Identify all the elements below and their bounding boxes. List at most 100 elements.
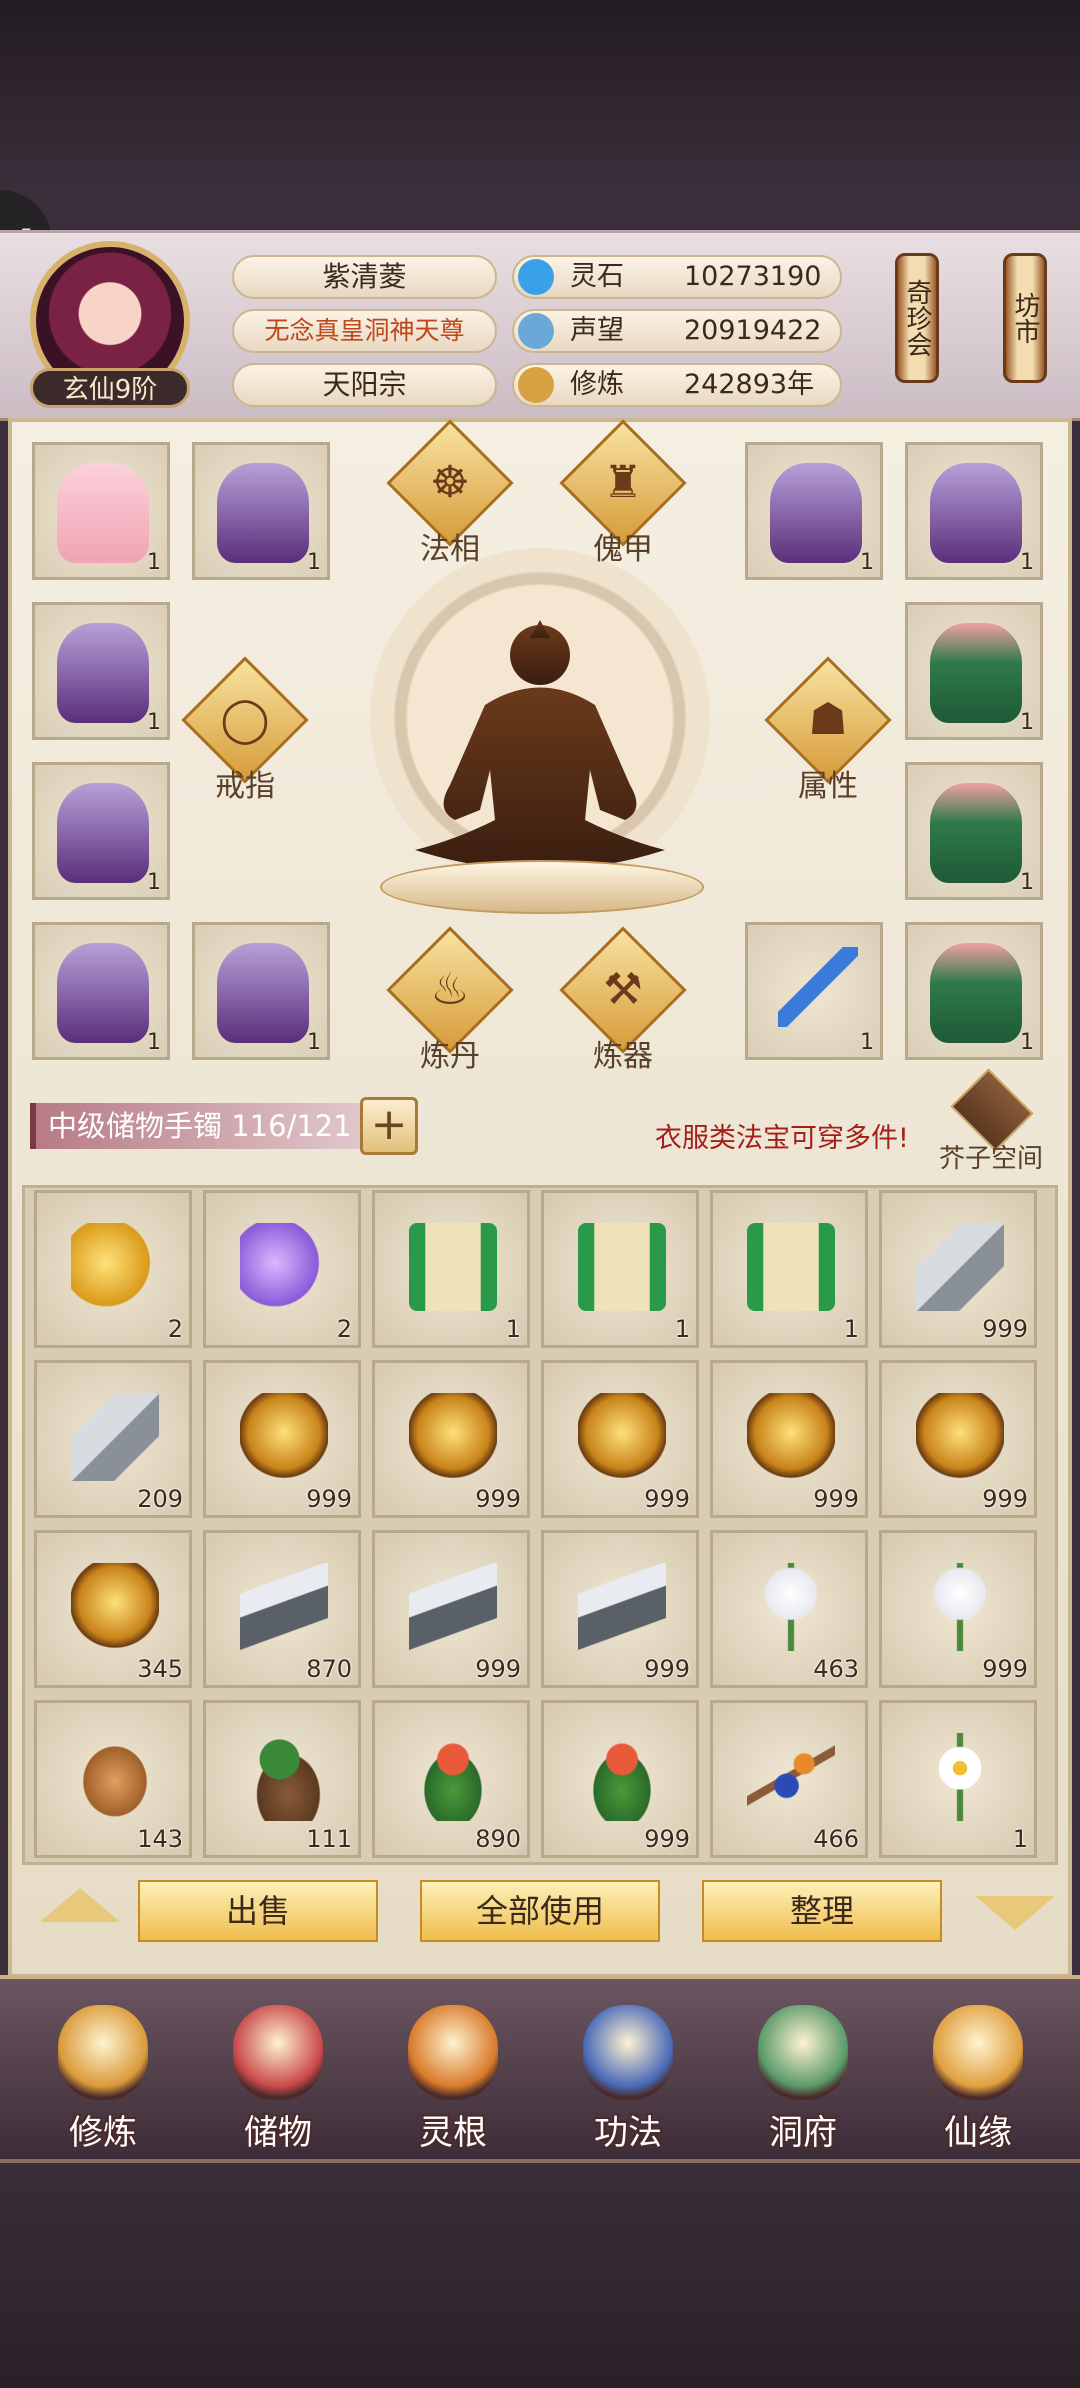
item-count: 999 [982,1315,1028,1343]
inventory-slot[interactable]: 1 [541,1190,699,1348]
equip-slot[interactable]: 1 [32,922,170,1060]
anvil-icon: ⚒ [603,964,643,1015]
item-count: 999 [475,1485,521,1513]
robe-icon [217,943,309,1043]
plus-icon: + [370,1099,408,1150]
inventory-slot[interactable]: 999 [710,1360,868,1518]
equip-slot[interactable]: 1 [745,442,883,580]
equip-slot[interactable]: 1 [32,602,170,740]
mustard-space-label: 芥子空间 [938,1144,1043,1174]
inventory-slot[interactable]: 209 [34,1360,192,1518]
scroll-down-arrow[interactable] [975,1896,1055,1930]
item-count: 1 [674,1315,690,1343]
nav-label: 功法 [594,2113,662,2153]
robe-icon [217,463,309,563]
item-count: 999 [306,1485,352,1513]
liandan-button[interactable]: ♨ 炼丹 [386,926,514,1074]
sort-button[interactable]: 整理 [702,1880,942,1942]
jiezhi-label: 戒指 [215,769,275,804]
fruit-branch-icon [747,1733,835,1821]
inventory-slot[interactable]: 999 [541,1360,699,1518]
item-count: 209 [137,1485,183,1513]
item-count: 890 [475,1825,521,1853]
item-count: 999 [475,1655,521,1683]
inventory-slot[interactable]: 870 [203,1530,361,1688]
nav-item-2[interactable]: 灵根 [368,1985,538,2165]
rank-badge: 玄仙9阶 [30,368,190,408]
equip-slot[interactable]: 1 [192,442,330,580]
sell-button[interactable]: 出售 [138,1880,378,1942]
attribute-icon: ☗ [808,694,848,745]
ring-icon: ◯ [220,694,270,745]
inventory-slot[interactable]: 345 [34,1530,192,1688]
treasure-fair-button[interactable]: 奇珍会 [895,253,939,383]
scroll-icon [578,1223,666,1311]
faxiang-button[interactable]: ☸ 法相 [386,419,514,567]
inventory-slot[interactable]: 1 [879,1700,1037,1858]
inventory-slot[interactable]: 2 [203,1190,361,1348]
resource-reputation: 声望 20919422 [512,309,842,353]
equip-slot[interactable]: 1 [192,922,330,1060]
equip-slot[interactable]: 1 [905,442,1043,580]
robe-icon [57,783,149,883]
equip-slot[interactable]: 1 [32,442,170,580]
equip-slot[interactable]: 1 [905,602,1043,740]
resource-spirit-stone: 灵石 10273190 [512,255,842,299]
inventory-slot[interactable]: 1 [710,1190,868,1348]
nav-item-4[interactable]: 洞府 [718,1985,888,2165]
inventory-slot[interactable]: 999 [541,1530,699,1688]
liandan-label: 炼丹 [420,1039,480,1074]
equip-slot[interactable]: 1 [905,762,1043,900]
inventory-slot[interactable]: 999 [372,1360,530,1518]
item-count: 999 [644,1485,690,1513]
reputation-icon [518,313,554,349]
spirit-root-icon [408,2005,498,2100]
inventory-slot[interactable]: 1 [372,1190,530,1348]
item-count: 1 [843,1315,859,1343]
inventory-slot[interactable]: 890 [372,1700,530,1858]
armor-icon: ♜ [603,457,643,508]
equip-slot[interactable]: 1 [905,922,1043,1060]
inventory-slot[interactable]: 111 [203,1700,361,1858]
gold-ore-icon [916,1393,1004,1481]
inventory-slot[interactable]: 466 [710,1700,868,1858]
inventory-slot[interactable]: 999 [203,1360,361,1518]
inventory-slot[interactable]: 2 [34,1190,192,1348]
scroll-up-arrow[interactable] [40,1888,120,1922]
shuxing-button[interactable]: ☗ 属性 [764,656,892,804]
jiezhi-button[interactable]: ◯ 戒指 [181,656,309,804]
inventory-slot[interactable]: 999 [372,1530,530,1688]
inventory-slot[interactable]: 143 [34,1700,192,1858]
kuijia-button[interactable]: ♜ 傀甲 [559,419,687,567]
inventory-slot[interactable]: 999 [541,1700,699,1858]
meditating-figure [415,620,665,870]
equip-slot[interactable]: 1 [745,922,883,1060]
inventory-slot[interactable]: 999 [879,1190,1037,1348]
item-count: 111 [306,1825,352,1853]
inventory-slot[interactable]: 999 [879,1360,1037,1518]
mustard-space-button[interactable]: 芥子空间 [939,1068,1043,1178]
item-count: 1 [505,1315,521,1343]
silver-stone-icon [916,1223,1004,1311]
inventory-slot[interactable]: 999 [879,1530,1037,1688]
nav-label: 灵根 [419,2113,487,2153]
spirit-stone-icon [518,259,554,295]
use-all-button[interactable]: 全部使用 [420,1880,660,1942]
expand-storage-button[interactable]: + [360,1097,418,1155]
lianqi-button[interactable]: ⚒ 炼器 [559,926,687,1074]
item-count: 2 [167,1315,183,1343]
meditation-icon: ☸ [430,457,470,508]
nav-item-5[interactable]: 仙缘 [893,1985,1063,2165]
root-herb-icon [240,1733,328,1821]
storage-capacity-bar: 中级储物手镯 116/121 [30,1103,360,1149]
iron-ingot-icon [409,1563,497,1651]
item-count: 999 [982,1655,1028,1683]
nav-item-1[interactable]: 储物 [193,1985,363,2165]
nav-item-0[interactable]: 修炼 [18,1985,188,2165]
market-button[interactable]: 坊市 [1003,253,1047,383]
equip-slot[interactable]: 1 [32,762,170,900]
nav-item-3[interactable]: 功法 [543,1985,713,2165]
technique-book-icon [583,2005,673,2100]
gold-ore-icon [71,1563,159,1651]
inventory-slot[interactable]: 463 [710,1530,868,1688]
